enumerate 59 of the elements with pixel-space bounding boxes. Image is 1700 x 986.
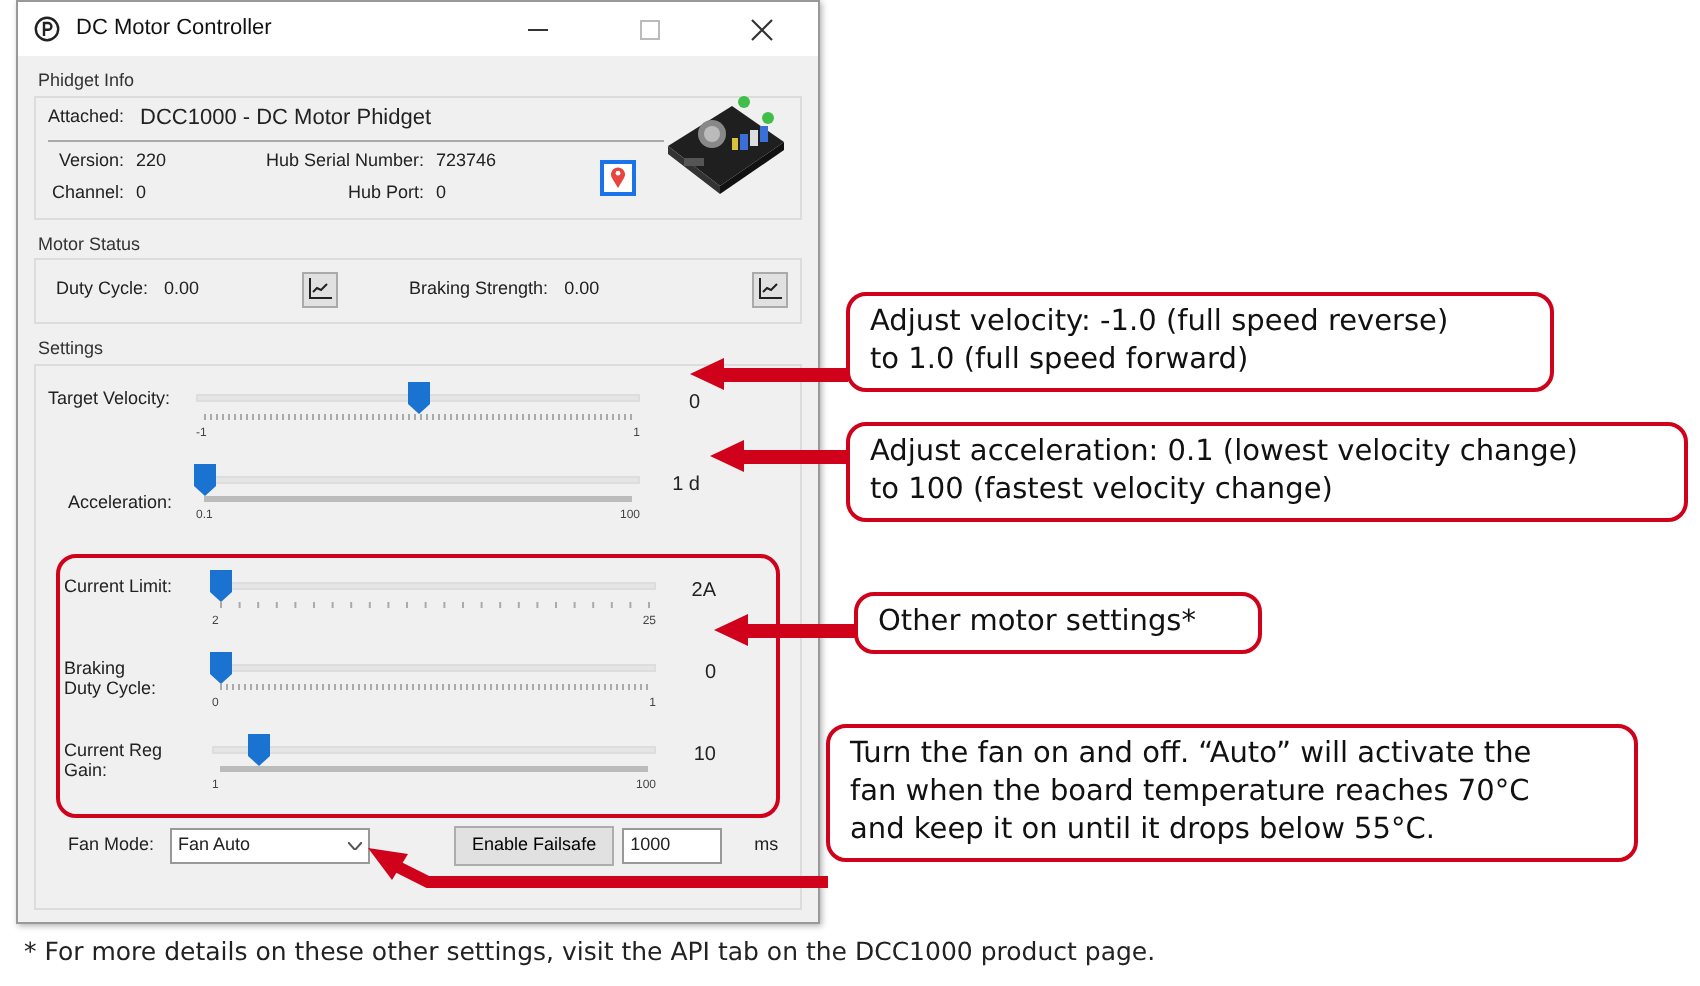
field-label: Version:	[56, 148, 124, 174]
caret-icon	[348, 841, 363, 849]
slider-label: Current Reg Gain:	[64, 737, 165, 781]
slider-track[interactable]	[212, 733, 656, 765]
input-field[interactable]: 1000	[622, 827, 723, 863]
field-value: 0.00	[164, 275, 200, 302]
group-title: Phidget Info	[38, 68, 137, 94]
callout: Turn the fan on and off. “Auto” will activate the fan when the board temperature reaches 70°C and keep it on until it drops below 55°C.	[826, 724, 1638, 862]
chart-icon	[758, 278, 782, 300]
slider-track[interactable]	[212, 651, 656, 683]
slider-thumb[interactable]	[408, 381, 430, 413]
field-label: Channel:	[49, 179, 124, 205]
callout: Other motor settings*	[854, 592, 1262, 654]
footnote: * For more details on these other settings, visit the API tab on the DCC1000 product page.	[24, 934, 1156, 970]
device-name: DCC1000 - DC Motor Phidget	[140, 103, 432, 133]
slider-value: 0	[702, 659, 716, 687]
group-title: Motor Status	[38, 231, 143, 257]
slider-label: Current Limit:	[64, 573, 175, 596]
field-label: Hub Port:	[345, 179, 424, 205]
app-logo-icon	[34, 16, 60, 42]
slider-thumb[interactable]	[210, 569, 232, 601]
maximize-icon	[638, 18, 662, 43]
dropdown[interactable]: Fan Auto	[170, 827, 371, 863]
slider-label: Braking Duty Cycle:	[64, 655, 159, 699]
slider-track[interactable]	[196, 381, 640, 413]
slider-thumb[interactable]	[210, 651, 232, 683]
unit-label: ms	[754, 831, 779, 858]
chart-icon	[307, 278, 332, 300]
slider-thumb[interactable]	[194, 463, 216, 495]
field-label: Hub Serial Number:	[263, 148, 424, 174]
field-value: 220	[136, 148, 169, 174]
slider-label: Acceleration:	[66, 489, 175, 512]
slider-value: 1 d	[670, 471, 700, 499]
slider-track[interactable]	[212, 569, 656, 601]
slider-value: 10	[691, 741, 716, 769]
field-value: 0	[436, 179, 449, 205]
field-label: Duty Cycle:	[56, 275, 149, 302]
arrow	[710, 440, 848, 472]
field-label: Fan Mode:	[68, 831, 155, 858]
slider-label: Target Velocity:	[48, 385, 173, 408]
field-label: Braking Strength:	[409, 275, 549, 302]
slider-value: 2A	[689, 577, 716, 605]
graph-button[interactable]	[752, 271, 788, 307]
window-title: DC Motor Controller	[76, 14, 272, 45]
group-title: Settings	[38, 336, 106, 362]
slider-track[interactable]	[196, 463, 640, 495]
slider-thumb[interactable]	[248, 733, 271, 765]
slider-value: 0	[686, 389, 700, 417]
field-value: 0	[136, 179, 149, 205]
locate-button[interactable]	[600, 159, 636, 195]
close-icon	[750, 18, 774, 43]
callout: Adjust acceleration: 0.1 (lowest velocity change) to 100 (fastest velocity change)	[846, 422, 1688, 522]
callout: Adjust velocity: -1.0 (full speed reverse) to 1.0 (full speed forward)	[846, 292, 1554, 392]
field-label: Attached:	[48, 104, 125, 130]
map-pin-icon	[610, 166, 626, 188]
field-value: 0.00	[564, 275, 600, 302]
failsafe-button[interactable]: Enable Failsafe	[454, 825, 615, 865]
graph-button[interactable]	[301, 271, 338, 307]
field-value: 723746	[436, 148, 499, 174]
